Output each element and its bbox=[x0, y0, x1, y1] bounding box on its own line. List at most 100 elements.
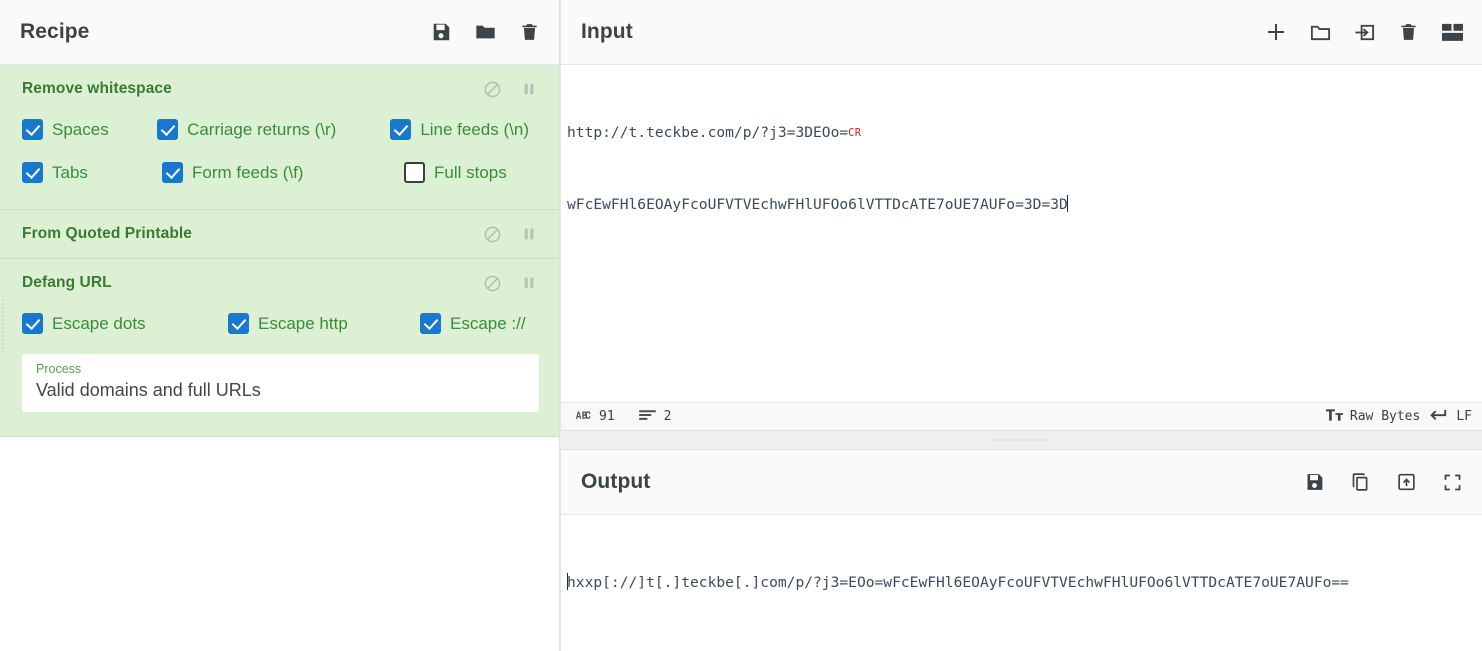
checkbox-box bbox=[22, 162, 43, 183]
line-ending-selector[interactable]: LF bbox=[1430, 408, 1472, 425]
output-pane-title: Output bbox=[581, 470, 651, 493]
checkbox-box bbox=[404, 162, 425, 183]
operation-title: Remove whitespace bbox=[22, 80, 172, 97]
checkbox-box bbox=[390, 119, 412, 140]
operation-title: Defang URL bbox=[22, 274, 112, 291]
operation-arguments: Spaces Carriage returns (\r) Line feeds … bbox=[0, 113, 559, 209]
output-text[interactable]: hxxp[://]t[.]teckbe[.]com/p/?j3=EOo=wFcE… bbox=[561, 523, 1482, 643]
recipe-operation[interactable]: Defang URL Escape dots Escape http Escap… bbox=[0, 259, 559, 438]
input-line-text: http://t.teckbe.com/p/?j3=3DEOo= bbox=[567, 124, 849, 141]
operation-controls bbox=[482, 79, 539, 99]
checkbox-escape-slashes[interactable]: Escape :// bbox=[420, 313, 526, 334]
operation-header: From Quoted Printable bbox=[0, 210, 559, 258]
input-line: http://t.teckbe.com/p/?j3=3DEOo=CR bbox=[567, 121, 1482, 145]
checkbox-line-feeds[interactable]: Line feeds (\n) bbox=[390, 119, 529, 140]
operation-controls bbox=[482, 273, 539, 293]
input-title-bar: Input bbox=[561, 0, 1482, 65]
output-title-bar: Output bbox=[561, 450, 1482, 515]
process-select-value: Valid domains and full URLs bbox=[36, 380, 261, 401]
input-length-value: 91 bbox=[599, 409, 615, 424]
maximize-icon[interactable] bbox=[1440, 470, 1464, 494]
process-select[interactable]: Process Valid domains and full URLs bbox=[22, 354, 539, 413]
pause-icon[interactable] bbox=[519, 79, 539, 99]
add-icon[interactable] bbox=[1264, 20, 1288, 44]
resize-grip bbox=[2, 297, 4, 354]
line-ending-value: LF bbox=[1456, 409, 1472, 424]
process-select-label: Process bbox=[36, 362, 82, 376]
folder-icon[interactable] bbox=[473, 20, 497, 44]
checkbox-escape-http[interactable]: Escape http bbox=[228, 313, 410, 334]
input-status-bar: 91 2 Raw Bytes LF bbox=[561, 402, 1482, 430]
checkbox-box bbox=[22, 119, 43, 140]
io-pane: Input http://t.teckbe.com/p/?j3=3DEOo=CR… bbox=[560, 0, 1482, 651]
checkbox-tabs[interactable]: Tabs bbox=[22, 162, 152, 183]
input-editor[interactable]: http://t.teckbe.com/p/?j3=3DEOo=CR wFcEw… bbox=[561, 65, 1482, 402]
save-icon[interactable] bbox=[1302, 470, 1326, 494]
recipe-pane-resize-handle[interactable] bbox=[0, 0, 6, 651]
input-line: wFcEwFHl6EOAyFcoUFVTVEchwFHlUFOo6lVTTDcA… bbox=[567, 193, 1482, 217]
pause-icon[interactable] bbox=[519, 224, 539, 244]
operation-header: Defang URL bbox=[0, 259, 559, 307]
checkbox-carriage-returns[interactable]: Carriage returns (\r) bbox=[157, 119, 380, 140]
operation-header: Remove whitespace bbox=[0, 65, 559, 113]
output-title-icons bbox=[1302, 470, 1464, 494]
output-section: Output hxxp[://]t[.]teckbe[.]com/p/?j3=E… bbox=[560, 450, 1482, 651]
input-pane-title: Input bbox=[581, 20, 633, 43]
checkbox-box bbox=[157, 119, 179, 140]
input-section: Input http://t.teckbe.com/p/?j3=3DEOo=CR… bbox=[560, 0, 1482, 430]
input-format-selector[interactable]: Raw Bytes bbox=[1325, 408, 1421, 425]
output-editor[interactable]: hxxp[://]t[.]teckbe[.]com/p/?j3=EOo=wFcE… bbox=[561, 515, 1482, 651]
io-resize-handle[interactable] bbox=[560, 430, 1482, 450]
checkbox-spaces[interactable]: Spaces bbox=[22, 119, 147, 140]
recipe-pane-title: Recipe bbox=[20, 20, 90, 43]
recipe-title-bar: Recipe bbox=[0, 0, 559, 65]
lines-icon bbox=[638, 409, 656, 424]
recipe-operation[interactable]: From Quoted Printable bbox=[0, 210, 559, 259]
input-lines-status: 2 bbox=[638, 409, 672, 424]
abc-icon bbox=[575, 409, 591, 424]
disable-icon[interactable] bbox=[482, 79, 502, 99]
checkbox-form-feeds[interactable]: Form feeds (\f) bbox=[162, 162, 394, 183]
input-lines-value: 2 bbox=[663, 409, 672, 424]
open-folder-as-input-icon[interactable] bbox=[1352, 20, 1376, 44]
input-text[interactable]: http://t.teckbe.com/p/?j3=3DEOo=CR wFcEw… bbox=[561, 73, 1482, 265]
output-line: hxxp[://]t[.]teckbe[.]com/p/?j3=EOo=wFcE… bbox=[567, 571, 1482, 595]
input-title-icons bbox=[1264, 20, 1464, 44]
folder-open-icon[interactable] bbox=[1308, 20, 1332, 44]
checkbox-box bbox=[22, 313, 43, 334]
checkbox-row: Tabs Form feeds (\f) Full stops bbox=[22, 156, 539, 199]
checkbox-box bbox=[228, 313, 249, 334]
checkbox-escape-dots[interactable]: Escape dots bbox=[22, 313, 218, 334]
control-char-cr: CR bbox=[848, 127, 862, 139]
copy-icon[interactable] bbox=[1348, 470, 1372, 494]
disable-icon[interactable] bbox=[482, 224, 502, 244]
recipe-operation-list[interactable]: Remove whitespace Spaces Carriage return… bbox=[0, 65, 559, 651]
disable-icon[interactable] bbox=[482, 273, 502, 293]
save-icon[interactable] bbox=[429, 20, 453, 44]
text-cursor bbox=[1066, 195, 1068, 212]
checkbox-box bbox=[420, 313, 441, 334]
recipe-title-icons bbox=[429, 20, 541, 44]
recipe-pane: Recipe Remove whitespace Spaces Carriage… bbox=[0, 0, 560, 651]
return-arrow-icon bbox=[1430, 408, 1449, 425]
operation-controls bbox=[482, 224, 539, 244]
resize-grip bbox=[993, 439, 1049, 441]
output-line-text: hxxp[://]t[.]teckbe[.]com/p/?j3=EOo=wFcE… bbox=[567, 574, 1349, 591]
font-size-icon bbox=[1325, 408, 1343, 425]
trash-icon[interactable] bbox=[517, 20, 541, 44]
checkbox-box bbox=[162, 162, 183, 183]
checkbox-full-stops[interactable]: Full stops bbox=[404, 162, 507, 183]
input-format-value: Raw Bytes bbox=[1349, 409, 1421, 424]
operation-title: From Quoted Printable bbox=[22, 225, 193, 242]
operation-arguments: Escape dots Escape http Escape :// Proce… bbox=[0, 307, 559, 436]
input-status-right: Raw Bytes LF bbox=[1325, 408, 1472, 425]
pause-icon[interactable] bbox=[519, 273, 539, 293]
input-line-text: wFcEwFHl6EOAyFcoUFVTVEchwFHlUFOo6lVTTDcA… bbox=[567, 196, 1068, 213]
input-length-status: 91 bbox=[575, 409, 615, 424]
replace-input-icon[interactable] bbox=[1394, 470, 1418, 494]
cyberchef-app: Recipe Remove whitespace Spaces Carriage… bbox=[0, 0, 1482, 651]
recipe-operation[interactable]: Remove whitespace Spaces Carriage return… bbox=[0, 65, 559, 210]
reset-layout-icon[interactable] bbox=[1440, 20, 1464, 44]
trash-icon[interactable] bbox=[1396, 20, 1420, 44]
checkbox-row: Escape dots Escape http Escape :// bbox=[22, 307, 539, 350]
